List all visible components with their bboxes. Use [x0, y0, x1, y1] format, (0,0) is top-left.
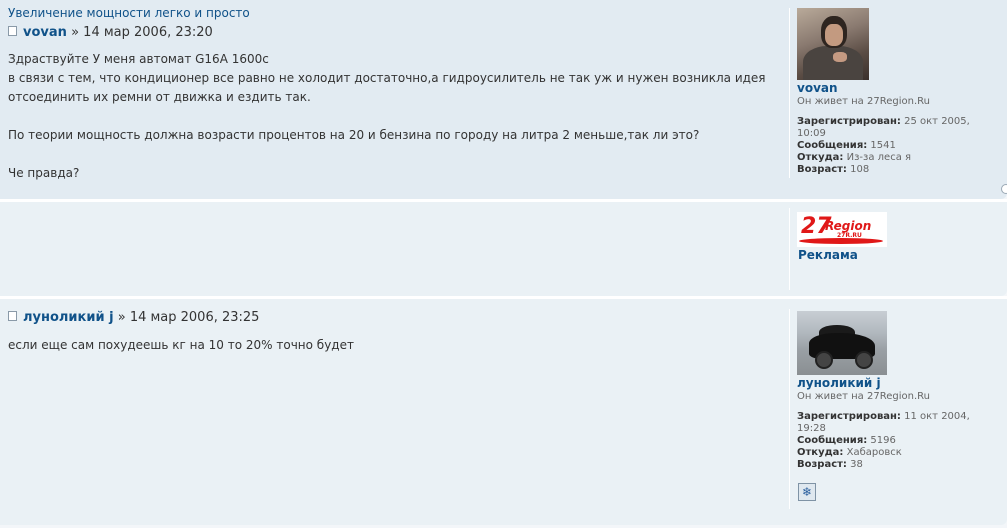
- avatar-body: [803, 46, 863, 80]
- post-2-profile: луноликий j Он живет на 27Region.Ru Заре…: [797, 311, 997, 471]
- post-1-line: Здраствуйте У меня автомат G16A 1600c: [8, 52, 269, 66]
- post-2-separator: »: [117, 310, 126, 325]
- ad-divider: [789, 208, 790, 290]
- post-2-line: если еще сам похудеешь кг на 10 то 20% т…: [8, 338, 354, 352]
- post-1-line: в связи с тем, что кондиционер все равно…: [8, 71, 766, 85]
- user-avatar[interactable]: [797, 311, 887, 375]
- profile-age: Возраст: 108: [797, 164, 870, 175]
- post-2-divider: [789, 309, 790, 509]
- snowflake-icon[interactable]: ❄: [798, 483, 816, 501]
- profile-registered: Зарегистрирован: 11 окт 2004, 19:28: [797, 411, 970, 434]
- topic-title-link[interactable]: Увеличение мощности легко и просто: [8, 6, 250, 20]
- post-2-author-link[interactable]: луноликий j: [23, 310, 114, 325]
- profile-from: Откуда: Из-за леса я: [797, 152, 912, 163]
- logo-swoosh: [799, 238, 883, 244]
- post-2-body: если еще сам похудеешь кг на 10 то 20% т…: [8, 336, 778, 355]
- profile-from: Откуда: Хабаровск: [797, 447, 902, 458]
- post-1-line: [8, 145, 778, 164]
- post-icon: [8, 26, 17, 36]
- avatar-wheel: [855, 351, 873, 369]
- post-1-line: [8, 107, 778, 126]
- profile-age: Возраст: 38: [797, 459, 863, 470]
- profile-username-link[interactable]: луноликий j: [797, 376, 997, 391]
- profile-rank: Он живет на 27Region.Ru: [797, 96, 930, 107]
- 27region-logo[interactable]: 27 Region 27R.RU: [797, 212, 887, 247]
- post-1: Увеличение мощности легко и просто vovan…: [0, 0, 1007, 199]
- avatar-face: [825, 24, 843, 46]
- post-1-date: 14 мар 2006, 23:20: [83, 25, 213, 40]
- avatar-hand: [833, 52, 847, 62]
- post-1-author-link[interactable]: vovan: [23, 25, 67, 40]
- post-1-line: Че правда?: [8, 166, 80, 180]
- avatar-wheel: [815, 351, 833, 369]
- post-2-date: 14 мар 2006, 23:25: [129, 310, 260, 325]
- logo-word: Region: [825, 219, 872, 233]
- profile-registered: Зарегистрирован: 25 окт 2005, 10:09: [797, 116, 970, 139]
- user-avatar[interactable]: [797, 8, 869, 80]
- profile-username-link[interactable]: vovan: [797, 81, 997, 96]
- profile-posts: Сообщения: 5196: [797, 435, 896, 446]
- post-1-header: vovan » 14 мар 2006, 23:20: [8, 25, 213, 40]
- post-2-header: луноликий j » 14 мар 2006, 23:25: [8, 310, 259, 325]
- back-to-top-icon[interactable]: [1001, 184, 1007, 194]
- post-1-body: Здраствуйте У меня автомат G16A 1600c в …: [8, 50, 778, 183]
- post-1-line: отсоединить их ремни от движка и ездить …: [8, 90, 311, 104]
- profile-posts: Сообщения: 1541: [797, 140, 896, 151]
- post-1-separator: »: [71, 25, 80, 40]
- post-1-divider: [789, 8, 790, 178]
- profile-rank: Он живет на 27Region.Ru: [797, 391, 930, 402]
- post-1-profile: vovan Он живет на 27Region.Ru Зарегистри…: [797, 8, 997, 176]
- post-1-line: По теории мощность должна возрасти проце…: [8, 128, 700, 142]
- ad-label-link[interactable]: Реклама: [798, 248, 858, 262]
- post-icon: [8, 311, 17, 321]
